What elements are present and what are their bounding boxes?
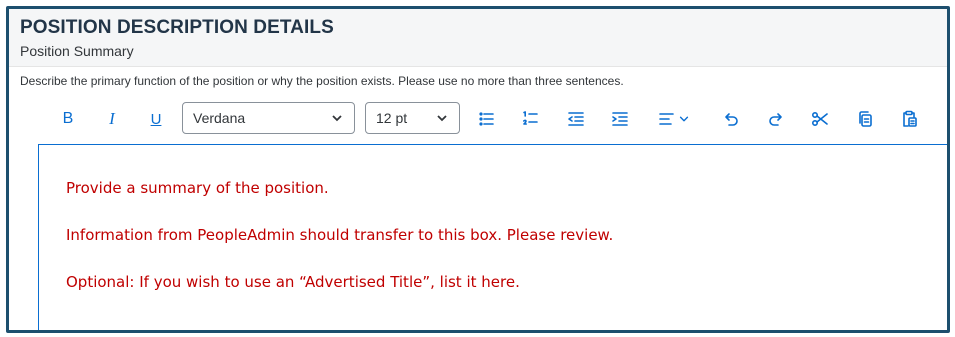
paste-button[interactable] (898, 101, 920, 137)
bold-icon: B (62, 110, 74, 127)
chevron-down-icon (437, 115, 447, 122)
redo-icon (769, 113, 782, 126)
font-size-select[interactable]: 12 pt (365, 102, 460, 134)
panel-title: POSITION DESCRIPTION DETAILS (20, 17, 334, 38)
redo-button[interactable] (765, 101, 787, 137)
numbered-list-button[interactable] (520, 101, 542, 137)
undo-button[interactable] (720, 101, 742, 137)
underline-button[interactable]: U (145, 101, 167, 137)
editor-paragraph[interactable]: Information from PeopleAdmin should tran… (66, 226, 613, 244)
editor-paragraph[interactable]: Provide a summary of the position. (66, 179, 329, 197)
copy-button[interactable] (854, 101, 876, 137)
outdent-button[interactable] (565, 101, 587, 137)
outdent-icon (568, 112, 584, 126)
chevron-down-icon (332, 115, 342, 122)
rich-text-editor[interactable]: Provide a summary of the position. Infor… (38, 144, 947, 330)
editor-paragraph[interactable]: Optional: If you wish to use an “Adverti… (66, 273, 520, 291)
font-family-select[interactable]: Verdana (182, 102, 355, 134)
copy-icon (859, 111, 872, 127)
font-size-value: 12 pt (376, 110, 408, 126)
field-description: Describe the primary function of the pos… (20, 74, 624, 88)
chevron-down-icon (679, 116, 689, 122)
indent-icon (612, 112, 628, 126)
panel-header: POSITION DESCRIPTION DETAILS Position Su… (9, 9, 947, 66)
position-description-panel: POSITION DESCRIPTION DETAILS Position Su… (6, 6, 950, 333)
undo-icon (725, 113, 738, 126)
paste-icon (903, 110, 917, 127)
text-align-dropdown[interactable] (654, 101, 694, 137)
bold-button[interactable]: B (57, 101, 79, 137)
header-divider (9, 66, 947, 67)
bullet-list-icon (479, 112, 494, 126)
italic-icon: I (109, 109, 115, 128)
font-family-value: Verdana (193, 110, 246, 126)
rich-text-toolbar: B I U Verdana 12 pt (9, 101, 947, 141)
numbered-list-icon (523, 111, 538, 125)
bullet-list-button[interactable] (476, 101, 498, 137)
italic-button[interactable]: I (101, 101, 123, 137)
section-subtitle: Position Summary (20, 43, 134, 59)
scissors-icon (811, 111, 828, 127)
underline-icon: U (150, 110, 162, 128)
indent-button[interactable] (609, 101, 631, 137)
cut-button[interactable] (809, 101, 831, 137)
align-left-icon (659, 113, 674, 125)
